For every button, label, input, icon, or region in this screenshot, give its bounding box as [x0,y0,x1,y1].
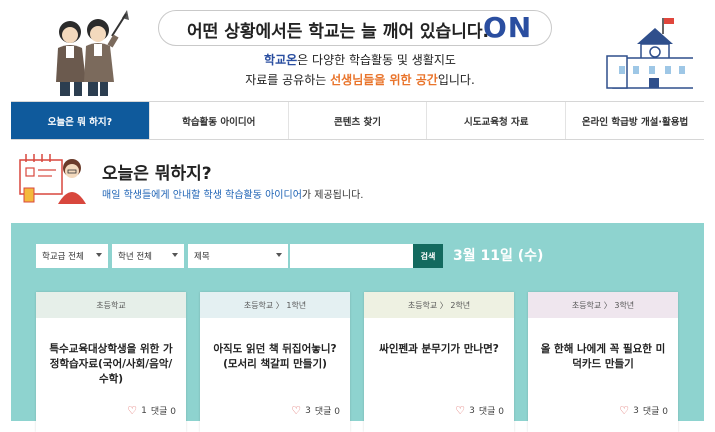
school-building-icon [606,18,693,89]
main-nav: 오늘은 뭐 하지? 학습활동 아이디어 콘텐츠 찾기 시도교육청 자료 온라인 … [11,101,704,140]
card-meta: ♡ 3 댓글 0 [455,404,504,417]
grade-value: 학년 전체 [118,252,152,262]
card-category: 초등학교 〉 1학년 [200,292,350,318]
heart-icon[interactable]: ♡ [127,404,137,417]
nav-tab-online-class[interactable]: 온라인 학급방 개설·활용법 [565,102,704,139]
current-date: 3월 11일 (수) [453,248,544,264]
card-meta: ♡ 1 댓글 0 [127,404,176,417]
nav-tab-today[interactable]: 오늘은 뭐 하지? [11,102,149,139]
chevron-down-icon [96,253,102,257]
card-likes: 1 [141,405,147,416]
grade-select[interactable]: 학년 전체 [112,244,184,268]
card-title[interactable]: 올 한해 나에게 꼭 필요한 미덕카드 만들기 [538,342,668,372]
activity-card[interactable]: 초등학교 〉 3학년 올 한해 나에게 꼭 필요한 미덕카드 만들기 ♡ 3 댓… [528,292,678,432]
school-level-value: 학교급 전체 [42,252,84,262]
intro-line1: 은 다양한 학습활동 및 생활지도 [297,53,456,67]
heart-icon[interactable]: ♡ [291,404,301,417]
search-field-value: 제목 [194,252,210,262]
hero-banner: 어떤 상황에서든 학교는 늘 깨어 있습니다. ON 학교온은 다양한 학습활동… [0,0,715,100]
intro-line2-post: 입니다. [437,73,475,87]
intro-line2-highlight: 선생님들을 위한 공간 [330,73,438,87]
nav-tab-activity-ideas[interactable]: 학습활동 아이디어 [148,102,288,139]
card-meta: ♡ 3 댓글 0 [291,404,340,417]
card-title[interactable]: 아직도 읽던 책 뒤집어놓니? (모서리 책갈피 만들기) [210,342,340,372]
students-illustration [56,10,129,96]
teacher-board-icon [19,154,86,204]
card-comments: 댓글 0 [314,407,340,417]
slogan-text: 어떤 상황에서든 학교는 늘 깨어 있습니다. [187,22,489,42]
search-button[interactable]: 검색 [413,244,443,268]
slogan-pill: 어떤 상황에서든 학교는 늘 깨어 있습니다. ON [158,10,552,46]
section-title: 오늘은 뭐하지? [102,164,212,184]
chevron-down-icon [276,253,282,257]
nav-tab-find-contents[interactable]: 콘텐츠 찾기 [287,102,427,139]
card-category: 초등학교 [36,292,186,318]
chevron-down-icon [172,253,178,257]
card-title[interactable]: 싸인펜과 분무기가 만나면? [374,342,504,357]
card-likes: 3 [469,405,475,416]
card-comments: 댓글 0 [642,407,668,417]
activity-panel: 학교급 전체 학년 전체 제목 검색 3월 11일 (수) 초등학교 특수교육대… [11,223,704,432]
card-comments: 댓글 0 [478,407,504,417]
search-field-select[interactable]: 제목 [188,244,288,268]
card-title[interactable]: 특수교육대상학생을 위한 가정학습자료(국어/사회/음악/수학) [46,342,176,387]
search-input[interactable] [290,244,413,268]
activity-card[interactable]: 초등학교 특수교육대상학생을 위한 가정학습자료(국어/사회/음악/수학) ♡ … [36,292,186,432]
nav-tab-office-materials[interactable]: 시도교육청 자료 [426,102,565,139]
activity-card[interactable]: 초등학교 〉 2학년 싸인펜과 분무기가 만나면? ♡ 3 댓글 0 [364,292,514,432]
card-meta: ♡ 3 댓글 0 [619,404,668,417]
slogan-on: ON [483,11,533,44]
section-description: 매일 학생들에게 안내할 학생 학습활동 아이디어가 제공됩니다. [102,186,363,201]
card-category: 초등학교 〉 3학년 [528,292,678,318]
intro-brand: 학교온 [264,53,298,67]
site-intro: 학교온은 다양한 학습활동 및 생활지도 자료를 공유하는 선생님들을 위한 공… [170,50,550,90]
intro-line2-pre: 자료를 공유하는 [245,73,331,87]
activity-card[interactable]: 초등학교 〉 1학년 아직도 읽던 책 뒤집어놓니? (모서리 책갈피 만들기)… [200,292,350,432]
card-likes: 3 [305,405,311,416]
section-desc-highlight: 매일 학생들에게 안내할 학생 학습활동 아이디어 [102,190,302,201]
heart-icon[interactable]: ♡ [619,404,629,417]
card-category: 초등학교 〉 2학년 [364,292,514,318]
card-likes: 3 [633,405,639,416]
card-comments: 댓글 0 [150,407,176,417]
section-desc-rest: 가 제공됩니다. [301,190,364,201]
school-level-select[interactable]: 학교급 전체 [36,244,108,268]
heart-icon[interactable]: ♡ [455,404,465,417]
